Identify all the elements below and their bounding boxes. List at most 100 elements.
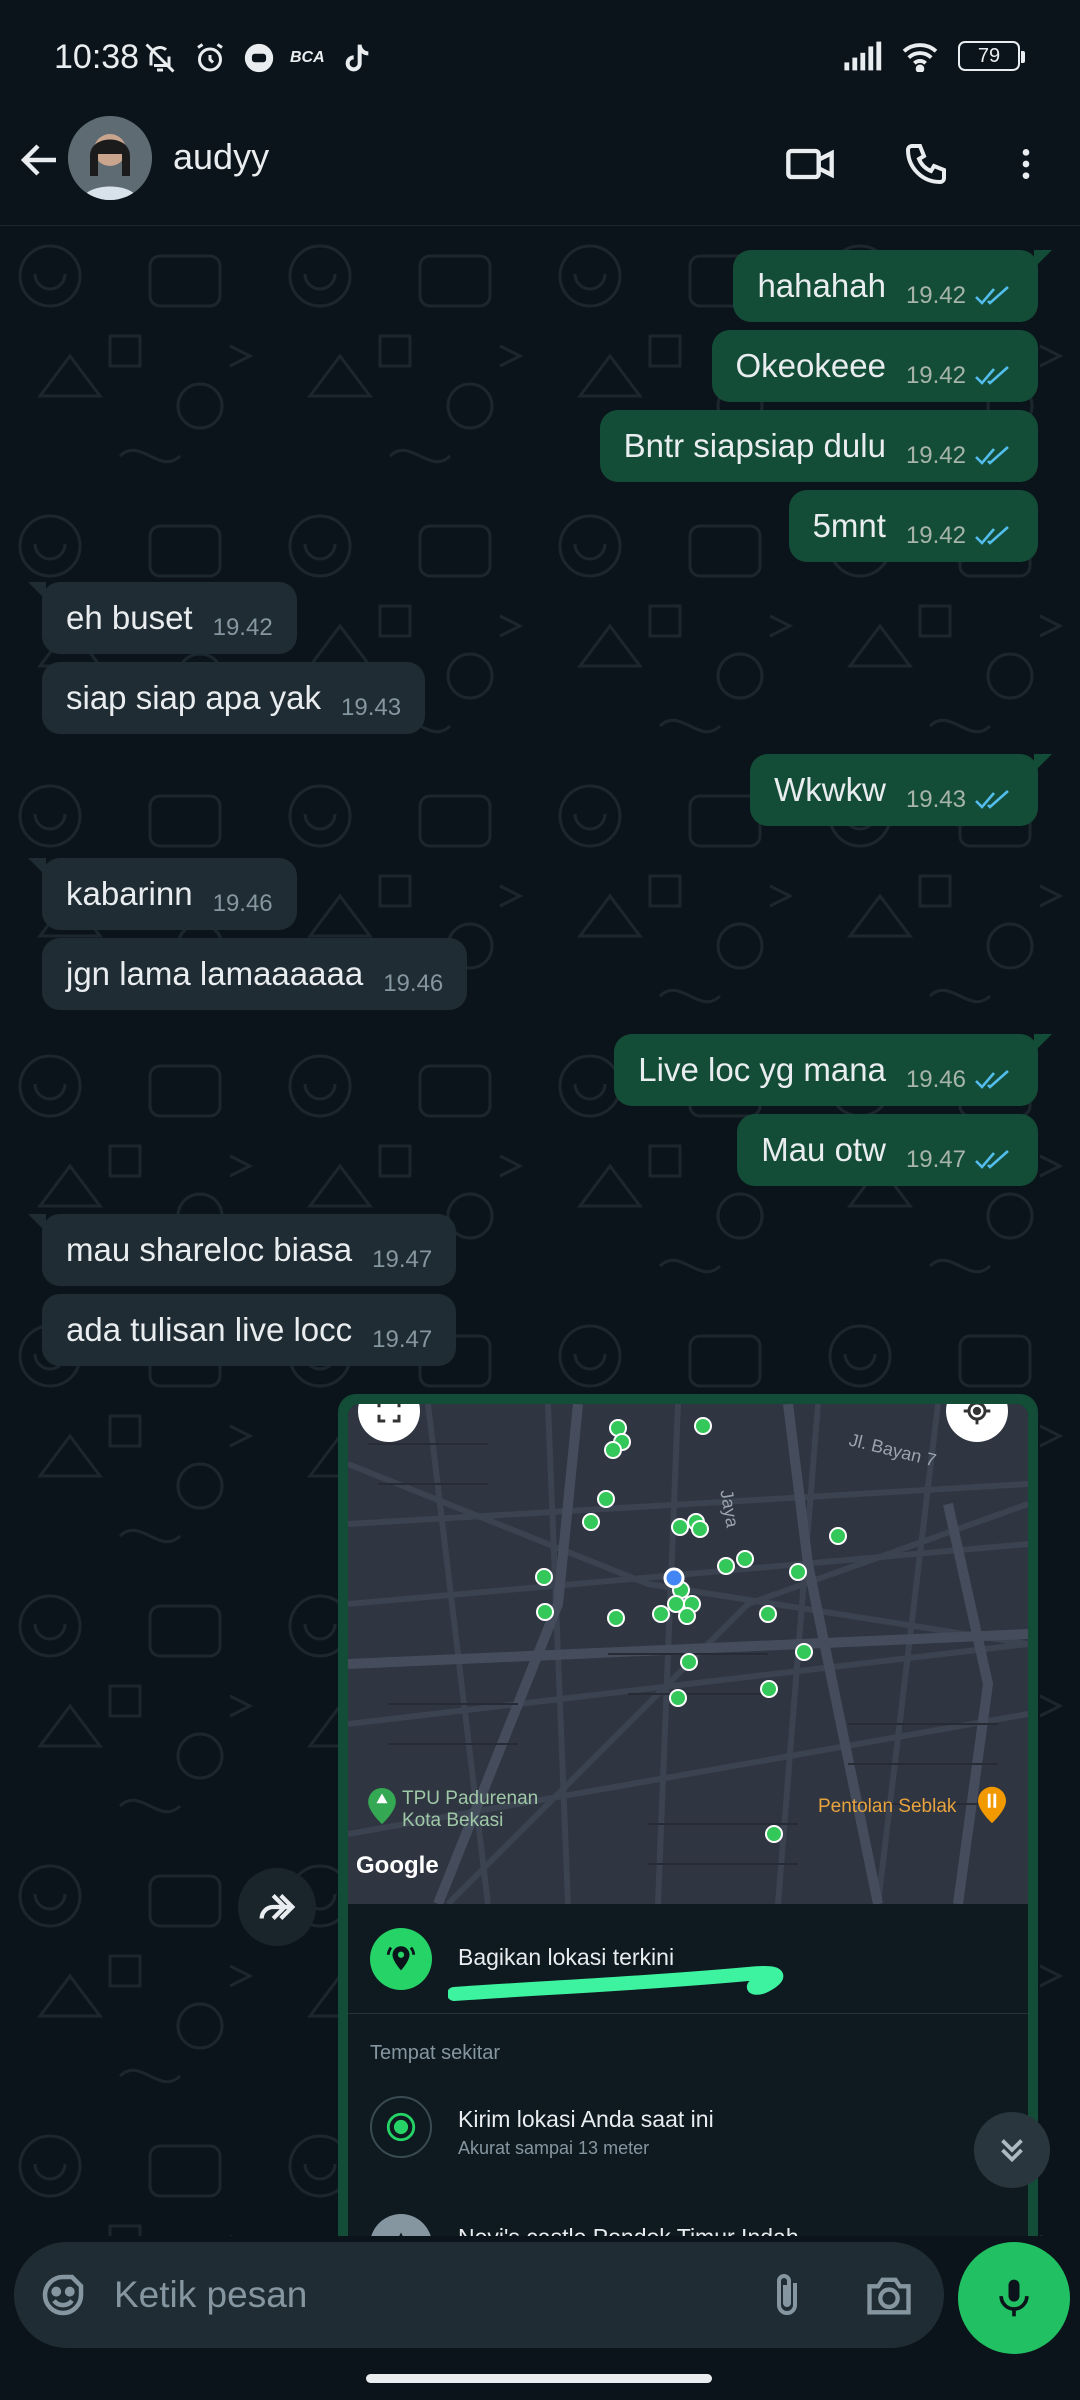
message-input[interactable] <box>114 2262 734 2328</box>
incoming-message[interactable]: kabarinn 19.46 <box>28 858 297 930</box>
fork-knife-pin-icon <box>978 1786 1006 1824</box>
voice-call-button[interactable] <box>894 132 958 196</box>
message-text: Wkwkw <box>774 771 886 808</box>
message-time: 19.42 <box>212 614 273 641</box>
forward-icon <box>259 1894 296 1920</box>
message-time: 19.47 <box>905 1146 966 1173</box>
bubble-tail <box>1034 1034 1052 1052</box>
current-location-title: Kirim lokasi Anda saat ini <box>458 2106 714 2132</box>
send-current-location-row[interactable]: Kirim lokasi Anda saat ini Akurat sampai… <box>348 2082 1028 2192</box>
wifi-icon <box>902 43 938 72</box>
more-options-button[interactable] <box>994 132 1058 196</box>
outgoing-message[interactable]: hahahah 19.42 <box>733 250 1052 322</box>
message-text: siap siap apa yak <box>66 679 321 716</box>
location-share-card[interactable]: Jl. Bayan 7 Jaya TPU Padurenan Kota Beka… <box>338 1394 1038 2236</box>
message-time: 19.42 <box>905 282 966 309</box>
poi-restaurant-label: Pentolan Seblak <box>818 1796 957 1817</box>
place-icon <box>370 2214 432 2236</box>
message-text: ada tulisan live locc <box>66 1311 353 1348</box>
bca-icon: BCA <box>290 49 325 66</box>
bubble-tail <box>28 1214 46 1232</box>
highlight-underline-stroke <box>448 1966 784 2001</box>
message-composer <box>0 2236 1080 2356</box>
video-call-button[interactable] <box>778 132 842 196</box>
incoming-message[interactable]: siap siap apa yak 19.43 <box>42 662 426 734</box>
message-text: Mau otw <box>761 1131 886 1168</box>
message-text: hahahah <box>757 267 886 304</box>
tree-pin-icon <box>368 1788 396 1824</box>
message-time: 19.42 <box>905 522 966 549</box>
incoming-message[interactable]: mau shareloc biasa 19.47 <box>28 1214 457 1286</box>
message-time: 19.43 <box>905 786 966 813</box>
read-receipt-icon <box>975 446 1009 465</box>
status-system-icons: 79 <box>842 40 1025 72</box>
outgoing-message[interactable]: Live loc yg mana 19.46 <box>614 1034 1052 1106</box>
message-text: eh buset <box>66 599 193 636</box>
bubble-tail <box>28 582 46 600</box>
signal-icon <box>844 41 882 71</box>
chat-header: audyy <box>0 110 1080 226</box>
message-time: 19.46 <box>905 1066 966 1093</box>
location-card-inner: Jl. Bayan 7 Jaya TPU Padurenan Kota Beka… <box>348 1404 1028 2236</box>
voice-record-button[interactable] <box>958 2242 1070 2354</box>
nearby-place-row[interactable]: Novi's castle Pondok Timur Indah <box>348 2196 1028 2236</box>
current-location-accuracy: Akurat sampai 13 meter <box>458 2138 650 2158</box>
battery-indicator: 79 <box>958 41 1025 71</box>
camera-icon <box>867 2277 911 2315</box>
read-receipt-icon <box>975 366 1009 385</box>
message-time: 19.42 <box>905 442 966 469</box>
status-notification-icons: BCA <box>142 40 371 76</box>
google-logo: Google <box>356 1852 439 1879</box>
attach-button[interactable] <box>752 2260 822 2330</box>
message-text: kabarinn <box>66 875 193 912</box>
messenger-icon <box>244 43 274 73</box>
message-time: 19.42 <box>905 362 966 389</box>
phone-icon <box>905 144 946 185</box>
message-text: mau shareloc biasa <box>66 1231 353 1268</box>
message-text: jgn lama lamaaaaaa <box>66 955 364 992</box>
forward-button[interactable] <box>238 1868 316 1946</box>
status-time: 10:38 <box>54 38 140 76</box>
video-camera-icon <box>786 148 834 180</box>
read-receipt-icon <box>975 1070 1009 1089</box>
location-map[interactable]: Jl. Bayan 7 Jaya TPU Padurenan Kota Beka… <box>348 1404 1028 1904</box>
message-text: 5mnt <box>812 507 886 544</box>
target-icon <box>370 2096 432 2158</box>
share-live-location-row[interactable]: Bagikan lokasi terkini <box>348 1904 1028 2014</box>
contact-name[interactable]: audyy <box>173 136 269 178</box>
sticker-button[interactable] <box>28 2260 98 2330</box>
avatar[interactable] <box>68 116 152 200</box>
sticker-icon <box>42 2274 84 2316</box>
home-indicator[interactable] <box>366 2374 712 2383</box>
outgoing-message[interactable]: Wkwkw 19.43 <box>750 754 1052 826</box>
read-receipt-icon <box>975 286 1009 305</box>
scroll-to-bottom-button[interactable] <box>974 2112 1050 2188</box>
message-time: 19.43 <box>341 694 402 721</box>
back-button[interactable] <box>16 136 76 196</box>
mute-bell-icon <box>145 43 175 73</box>
double-chevron-down-icon <box>1001 2139 1023 2163</box>
live-location-icon <box>370 1928 432 1990</box>
chat-area[interactable]: hahahah 19.42 Okeokeee 19.42 Bntr siapsiap d… <box>0 226 1080 2236</box>
outgoing-message[interactable]: Bntr siapsiap dulu 19.42 <box>599 410 1038 482</box>
read-receipt-icon <box>975 1150 1009 1169</box>
outgoing-message[interactable]: Mau otw 19.47 <box>737 1114 1038 1186</box>
read-receipt-icon <box>975 790 1009 809</box>
tiktok-icon <box>345 44 369 72</box>
incoming-message[interactable]: jgn lama lamaaaaaa 19.46 <box>42 938 468 1010</box>
nearby-places-heading: Tempat sekitar <box>370 2042 501 2064</box>
microphone-icon <box>999 2279 1029 2317</box>
incoming-message[interactable]: eh buset 19.42 <box>28 582 297 654</box>
outgoing-message[interactable]: 5mnt 19.42 <box>788 490 1038 562</box>
camera-button[interactable] <box>854 2260 924 2330</box>
message-time: 19.47 <box>372 1326 433 1353</box>
bubble-tail <box>1034 754 1052 772</box>
bubble-tail <box>28 858 46 876</box>
incoming-message[interactable]: ada tulisan live locc 19.47 <box>42 1294 457 1366</box>
outgoing-message[interactable]: Okeokeee 19.42 <box>711 330 1038 402</box>
more-vertical-icon <box>1022 149 1030 179</box>
alarm-icon <box>197 43 223 72</box>
expand-icon <box>377 1404 401 1423</box>
message-text: Okeokeee <box>735 347 886 384</box>
status-bar: 10:38 BCA 79 <box>0 0 1080 110</box>
